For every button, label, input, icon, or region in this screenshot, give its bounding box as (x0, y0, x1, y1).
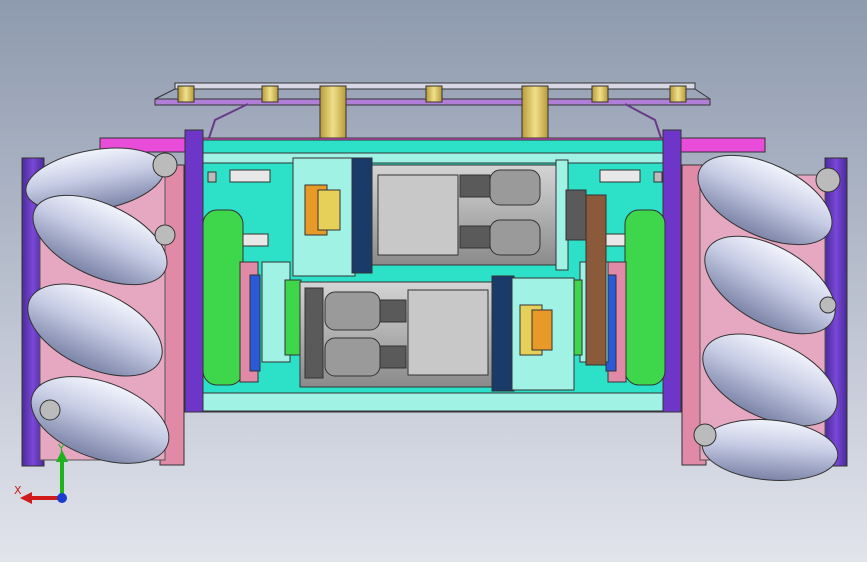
x-axis-label: X (14, 484, 22, 497)
right-mecanum-wheel[interactable] (681, 137, 851, 486)
y-axis-label: Y (57, 442, 65, 455)
left-mecanum-wheel[interactable] (14, 138, 185, 480)
z-axis-dot (57, 493, 67, 503)
lower-motor[interactable] (299, 275, 575, 392)
cad-viewport[interactable]: X Y (0, 0, 867, 562)
assembly-model-view[interactable]: X Y (0, 0, 867, 562)
